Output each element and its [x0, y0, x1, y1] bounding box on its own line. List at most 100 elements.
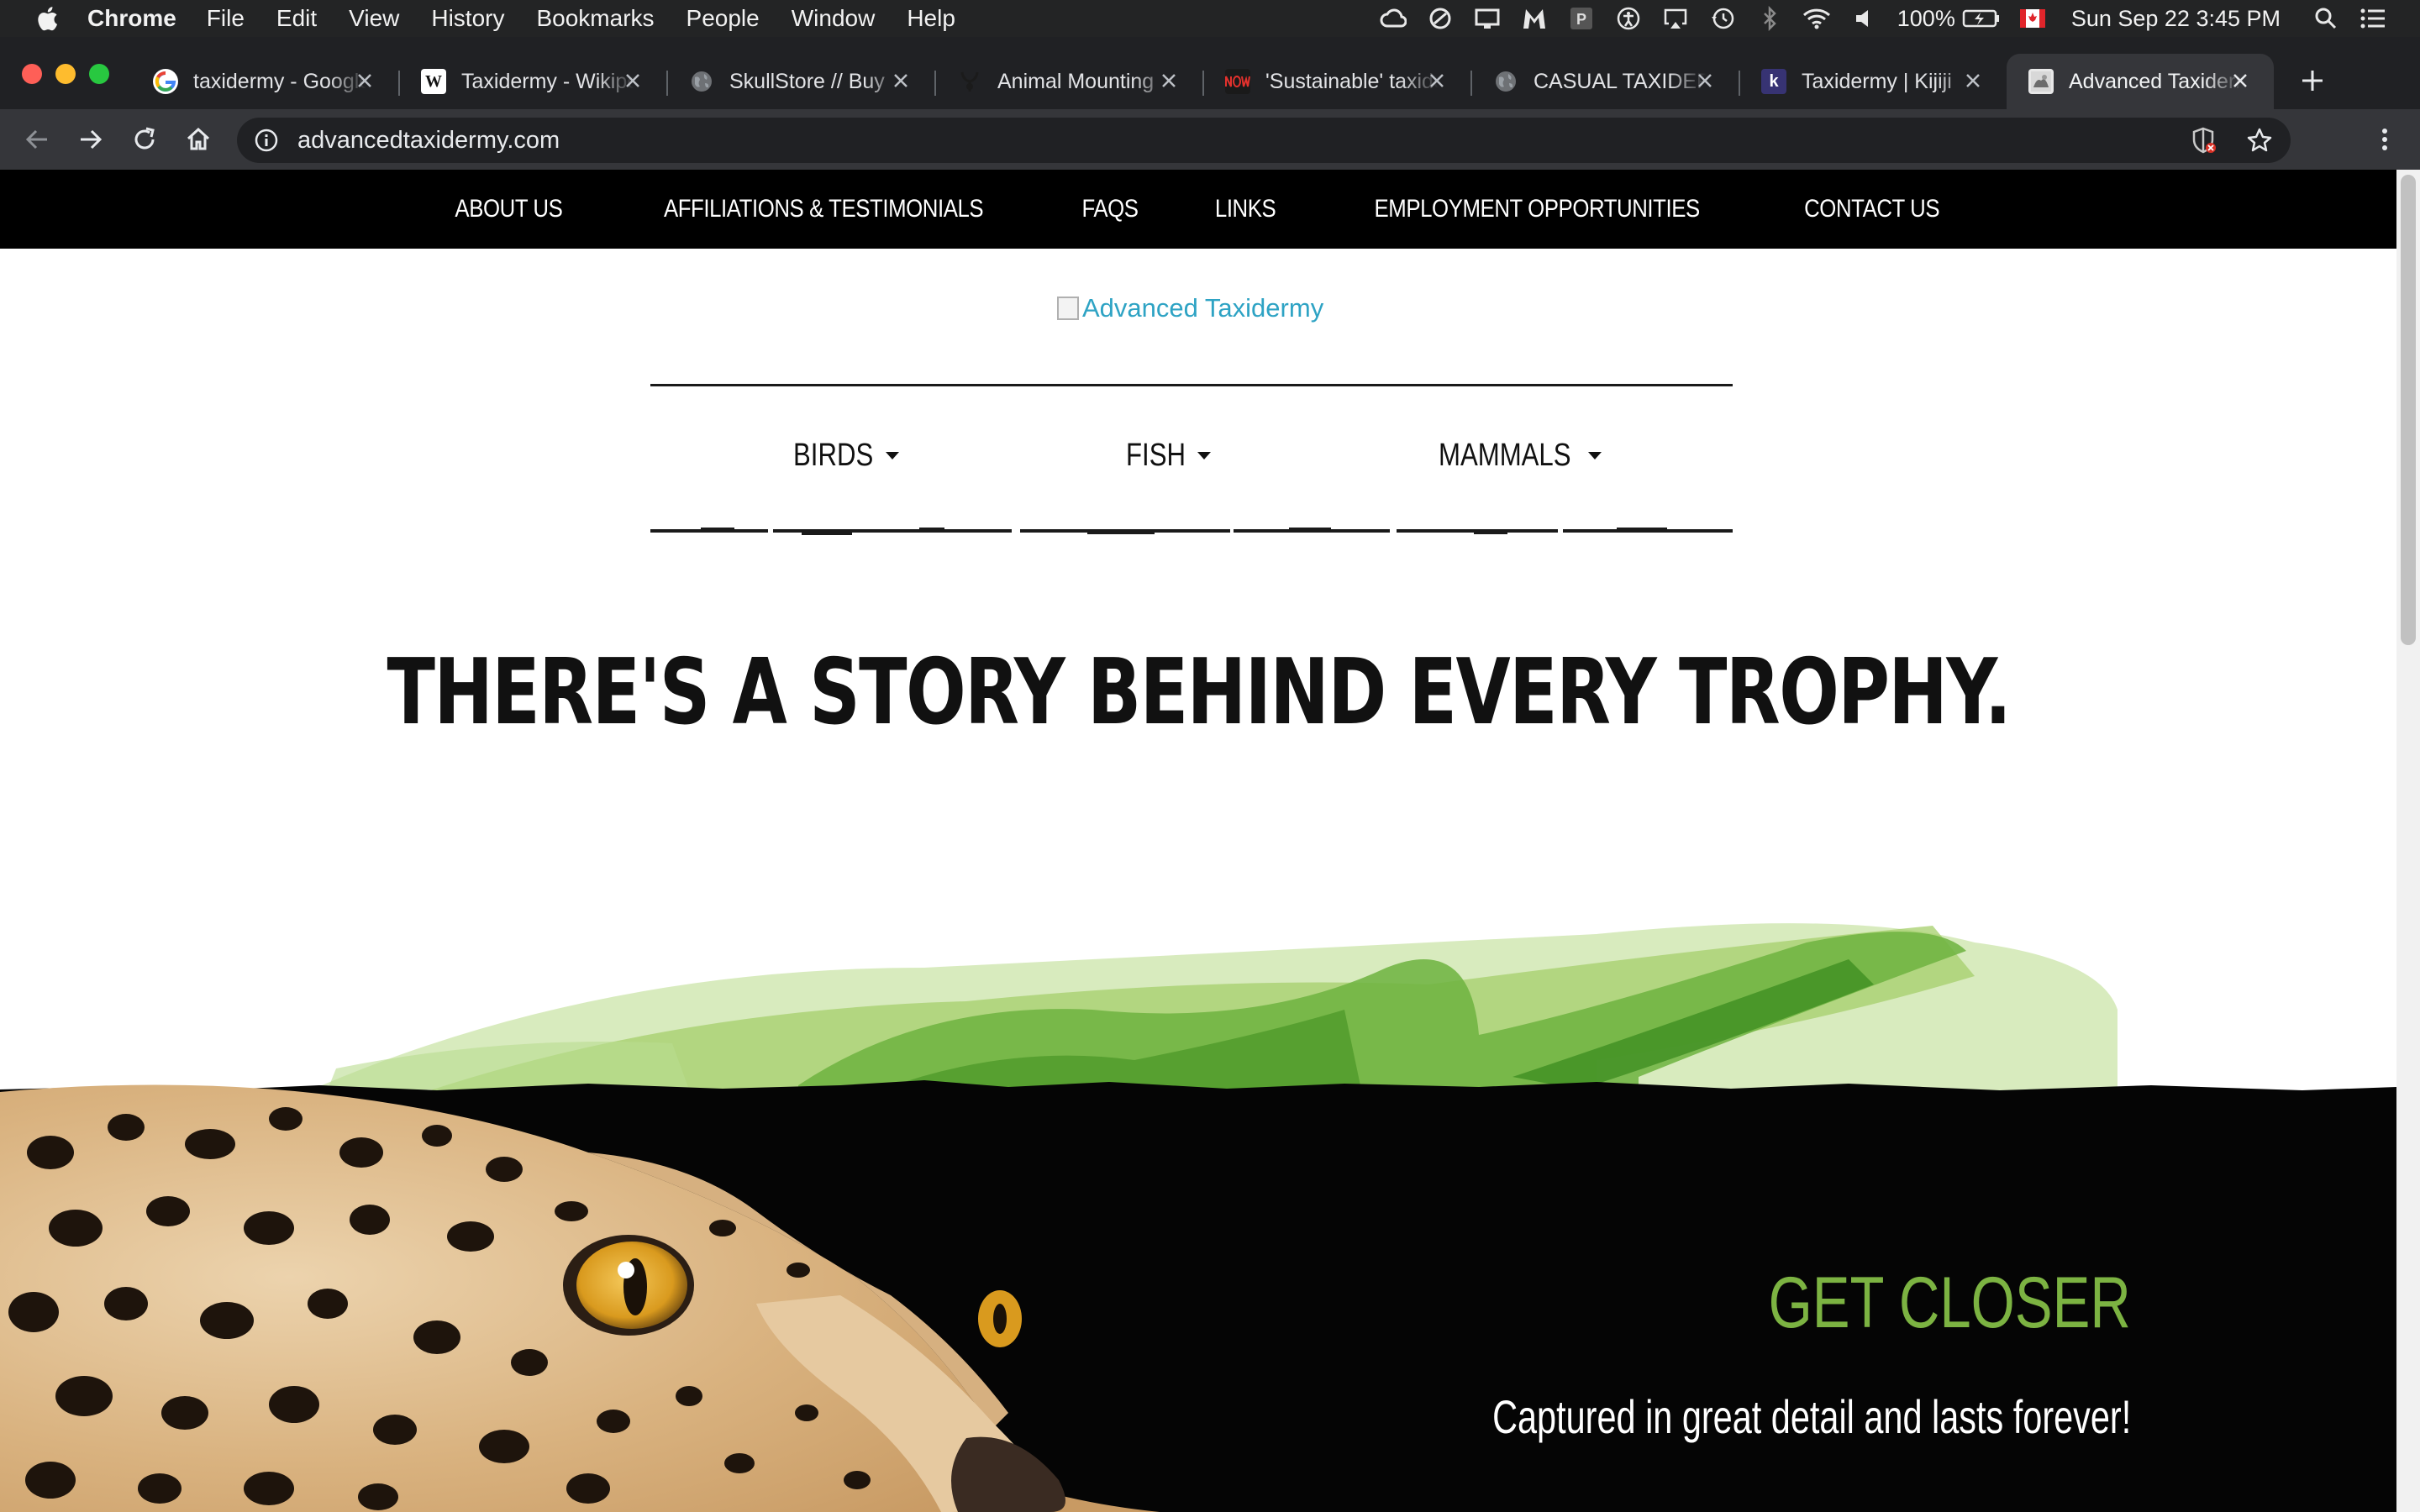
- volume-icon[interactable]: [1849, 3, 1879, 34]
- menubar-clock[interactable]: Sun Sep 22 3:45 PM: [2071, 6, 2281, 32]
- back-button[interactable]: [18, 121, 55, 158]
- menu-history[interactable]: History: [431, 5, 504, 32]
- nav-affiliations-testimonials[interactable]: AFFILIATIONS & TESTIMONIALS: [664, 195, 984, 223]
- scrollbar-thumb[interactable]: [2401, 175, 2416, 645]
- accessibility-icon[interactable]: [1613, 3, 1644, 34]
- tab-title: Taxidermy - Wikipedia: [461, 69, 634, 93]
- reload-button[interactable]: [126, 121, 163, 158]
- tab-sustainable-taxidermy[interactable]: 'Sustainable' taxidermy: [1203, 54, 1472, 109]
- headline-text: THERE'S A STORY BEHIND EVERY TROPHY.: [387, 640, 2011, 745]
- zoom-window-button[interactable]: [89, 64, 109, 84]
- tab-title: 'Sustainable' taxidermy: [1265, 69, 1439, 93]
- menu-people[interactable]: People: [687, 5, 760, 32]
- tab-google-search[interactable]: taxidermy - Google Search: [131, 54, 400, 109]
- kijiji-icon: k: [1761, 69, 1786, 94]
- address-bar[interactable]: advancedtaxidermy.com: [237, 118, 2291, 163]
- forward-button[interactable]: [72, 121, 109, 158]
- menu-edit[interactable]: Edit: [276, 5, 317, 32]
- close-tab-icon[interactable]: [1159, 71, 1179, 91]
- apple-icon[interactable]: [34, 4, 59, 33]
- tab-casual-taxidermy[interactable]: CASUAL TAXIDERMY: [1471, 54, 1740, 109]
- p-app-icon[interactable]: P: [1566, 3, 1597, 34]
- browser-toolbar: advancedtaxidermy.com: [0, 109, 2420, 170]
- url-text[interactable]: advancedtaxidermy.com: [297, 127, 560, 155]
- page-scrollbar[interactable]: [2396, 170, 2420, 1512]
- site-top-nav: ABOUT US AFFILIATIONS & TESTIMONIALS FAQ…: [0, 170, 2396, 249]
- nav-employment-opportunities[interactable]: EMPLOYMENT OPPORTUNITIES: [1374, 195, 1700, 223]
- caret-down-icon: [1588, 452, 1602, 459]
- web-page: ABOUT US AFFILIATIONS & TESTIMONIALS FAQ…: [0, 170, 2420, 1512]
- notification-center-icon[interactable]: [2358, 3, 2388, 34]
- close-tab-icon[interactable]: [623, 71, 643, 91]
- hero-tagline: Captured in great detail and lasts forev…: [1491, 1390, 2131, 1443]
- close-tab-icon[interactable]: [1963, 71, 1983, 91]
- category-mammals[interactable]: MAMMALS: [1439, 435, 1603, 475]
- page-headline: THERE'S A STORY BEHIND EVERY TROPHY.: [0, 640, 2396, 745]
- close-tab-icon[interactable]: [2230, 71, 2250, 91]
- close-tab-icon[interactable]: [1427, 71, 1447, 91]
- site-logo[interactable]: Advanced Taxidermy: [1057, 287, 1323, 329]
- home-button[interactable]: [180, 121, 217, 158]
- tab-wikipedia[interactable]: W Taxidermy - Wikipedia: [399, 54, 668, 109]
- category-fish[interactable]: FISH: [1126, 435, 1213, 475]
- close-window-button[interactable]: [22, 64, 42, 84]
- close-tab-icon[interactable]: [1695, 71, 1715, 91]
- category-birds[interactable]: BIRDS: [793, 435, 901, 475]
- caret-down-icon: [1197, 452, 1211, 459]
- globe-icon: [1493, 69, 1518, 94]
- google-icon: [153, 69, 178, 94]
- green-brush-strokes: [302, 923, 2118, 1094]
- site-icon: [2028, 69, 2054, 94]
- wifi-icon[interactable]: [1802, 3, 1832, 34]
- arrow-left-icon: [25, 129, 47, 150]
- tab-title: CASUAL TAXIDERMY: [1534, 69, 1707, 93]
- new-tab-icon[interactable]: [2297, 66, 2328, 96]
- time-machine-icon[interactable]: [1707, 3, 1738, 34]
- tab-animal-mounting[interactable]: Animal Mounting: [935, 54, 1204, 109]
- menu-file[interactable]: File: [207, 5, 245, 32]
- canada-flag-icon[interactable]: [2018, 3, 2048, 34]
- omnibox-actions: [2165, 124, 2275, 156]
- bookmark-star-icon[interactable]: [2244, 124, 2275, 156]
- nav-links[interactable]: LINKS: [1215, 195, 1276, 223]
- category-label: FISH: [1126, 437, 1186, 473]
- malwarebytes-icon[interactable]: [1519, 3, 1549, 34]
- minimize-window-button[interactable]: [55, 64, 76, 84]
- nav-contact-us[interactable]: CONTACT US: [1804, 195, 1939, 223]
- menu-app-name[interactable]: Chrome: [87, 5, 176, 32]
- tab-advanced-taxidermy[interactable]: Advanced Taxidermy: [2007, 54, 2274, 109]
- hero-heading: GET CLOSER: [1768, 1263, 2131, 1343]
- tab-title: SkullStore // Buy: [729, 69, 885, 93]
- nav-faqs[interactable]: FAQS: [1081, 195, 1139, 223]
- battery-icon[interactable]: [1962, 3, 2001, 34]
- tab-skullstore[interactable]: SkullStore // Buy: [667, 54, 936, 109]
- chrome-menu-button[interactable]: [2366, 121, 2403, 158]
- svg-text:P: P: [1576, 11, 1586, 28]
- category-label: BIRDS: [793, 437, 874, 473]
- sync-icon[interactable]: [1425, 3, 1455, 34]
- nav-about-us[interactable]: ABOUT US: [455, 195, 562, 223]
- battery-percent[interactable]: 100%: [1897, 6, 1955, 32]
- broken-image-icon: [1057, 297, 1079, 320]
- more-vertical-icon: [2382, 129, 2387, 150]
- menu-help[interactable]: Help: [907, 5, 955, 32]
- creative-cloud-icon[interactable]: [1378, 3, 1408, 34]
- close-tab-icon[interactable]: [891, 71, 911, 91]
- home-icon: [187, 127, 210, 150]
- info-icon[interactable]: [254, 128, 279, 153]
- blocked-shield-icon[interactable]: [2188, 124, 2220, 156]
- globe-icon: [689, 69, 714, 94]
- menu-bookmarks[interactable]: Bookmarks: [536, 5, 654, 32]
- menu-view[interactable]: View: [349, 5, 399, 32]
- bluetooth-icon[interactable]: [1754, 3, 1785, 34]
- wikipedia-icon: W: [421, 69, 446, 94]
- screen-share-icon[interactable]: [1472, 3, 1502, 34]
- close-tab-icon[interactable]: [355, 71, 375, 91]
- brush-divider: [650, 528, 1733, 535]
- tab-title: Animal Mounting: [997, 69, 1155, 93]
- tab-kijiji[interactable]: k Taxidermy | Kijiji: [1739, 54, 2007, 109]
- menu-window[interactable]: Window: [792, 5, 876, 32]
- antler-icon: [957, 69, 982, 94]
- spotlight-search-icon[interactable]: [2311, 3, 2341, 34]
- airplay-icon[interactable]: [1660, 3, 1691, 34]
